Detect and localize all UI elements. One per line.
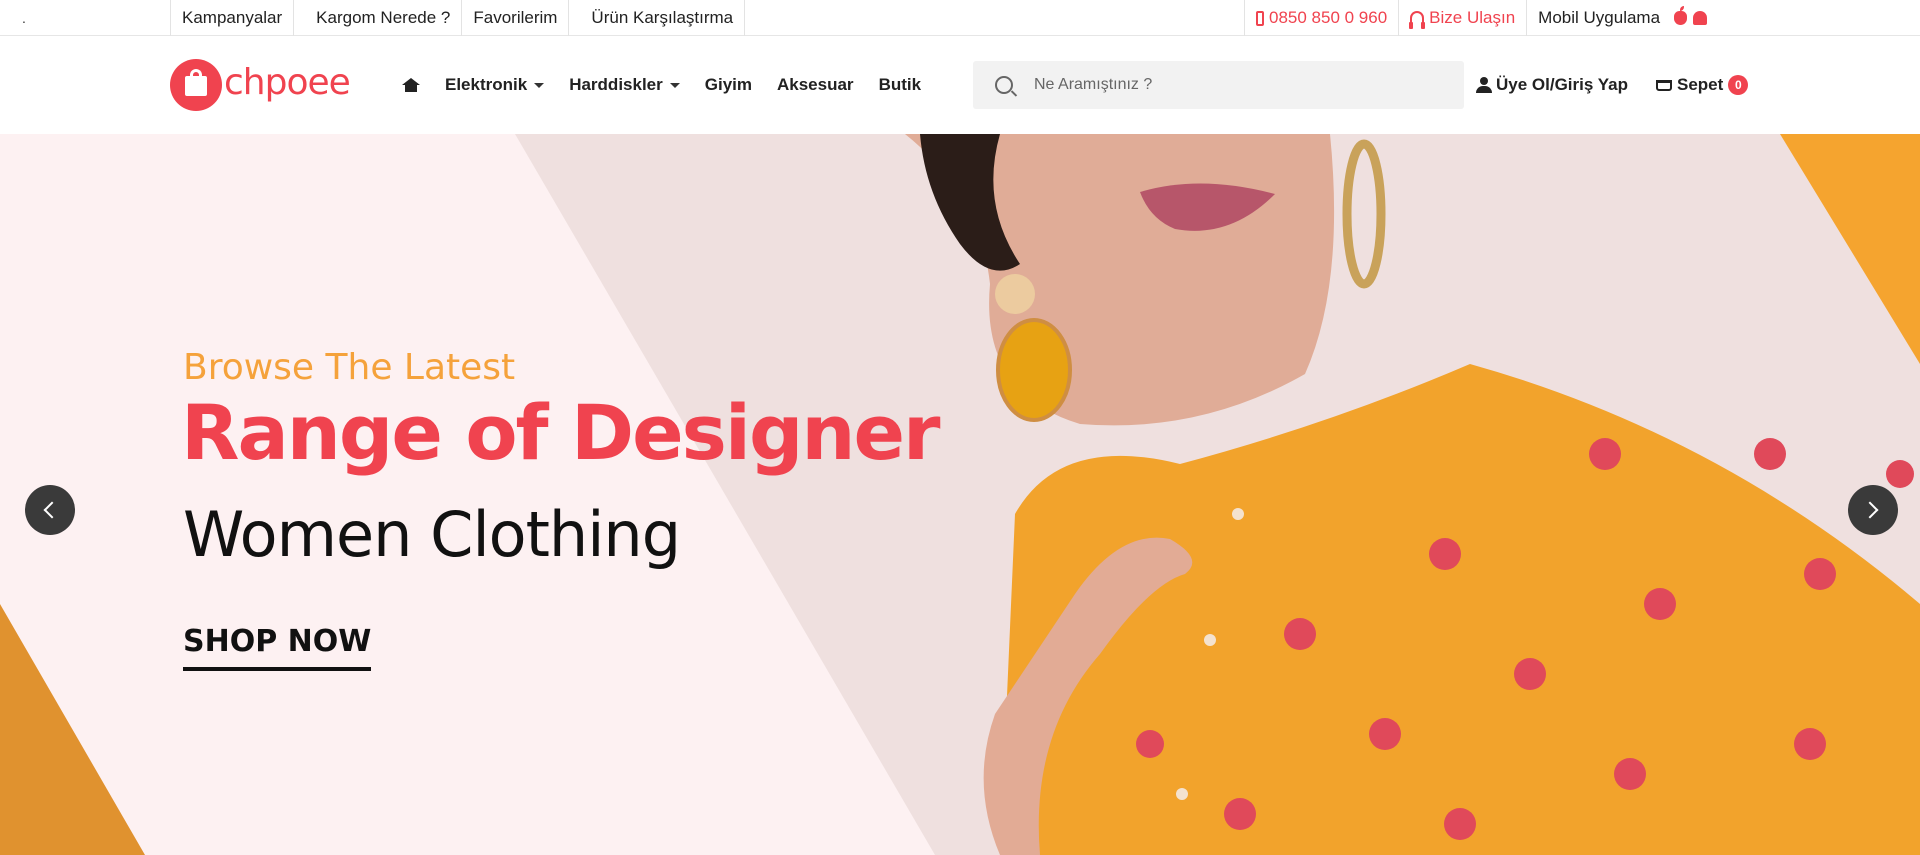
hero-headline: Range of Designer	[181, 388, 941, 477]
slider-next-button[interactable]	[1848, 485, 1898, 535]
cart-link[interactable]: Sepet 0	[1656, 36, 1749, 134]
hero-kicker: Browse The Latest	[183, 347, 516, 388]
caret-down-icon	[669, 82, 680, 88]
favorites-link[interactable]: Favorilerim	[461, 0, 568, 36]
mobile-app-link[interactable]: Mobil Uygulama	[1526, 0, 1718, 36]
nav-item-aksesuar[interactable]: Aksesuar	[777, 75, 854, 95]
hero-slider: Browse The Latest Range of Designer Wome…	[0, 134, 1920, 855]
search-input[interactable]	[1034, 76, 1434, 94]
phone-number: 0850 850 0 960	[1269, 8, 1388, 27]
cart-count-badge: 0	[1728, 75, 1749, 95]
cart-label: Sepet	[1677, 75, 1724, 94]
home-icon	[402, 78, 420, 92]
search-box	[973, 61, 1464, 109]
apple-icon[interactable]	[1674, 6, 1688, 25]
login-label: Üye Ol/Giriş Yap	[1496, 75, 1628, 94]
hero-banner-image	[0, 134, 1920, 855]
main-header: chpoee Elektronik Harddiskler Giyim Akse…	[0, 36, 1920, 134]
nav-label: Harddiskler	[569, 75, 663, 94]
nav-item-butik[interactable]: Butik	[879, 75, 922, 95]
search-icon[interactable]	[995, 76, 1013, 94]
site-logo[interactable]: chpoee	[170, 59, 351, 111]
shopping-bag-icon	[170, 59, 222, 111]
track-order-link[interactable]: Kargom Nerede ?	[293, 0, 461, 36]
campaigns-link[interactable]: Kampanyalar	[170, 0, 293, 36]
hero-subheadline: Women Clothing	[183, 498, 681, 571]
shop-now-button[interactable]: SHOP NOW	[183, 624, 372, 671]
nav-item-harddiskler[interactable]: Harddiskler	[569, 75, 680, 95]
top-bar-dot: .	[22, 10, 26, 26]
phone-icon	[1256, 10, 1264, 26]
main-nav: Elektronik Harddiskler Giyim Aksesuar Bu…	[402, 36, 946, 134]
nav-label: Elektronik	[445, 75, 528, 94]
login-register-link[interactable]: Üye Ol/Giriş Yap	[1476, 36, 1628, 134]
compare-link[interactable]: Ürün Karşılaştırma	[568, 0, 746, 36]
mobile-app-label: Mobil Uygulama	[1538, 8, 1661, 27]
nav-item-elektronik[interactable]: Elektronik	[445, 75, 545, 95]
contact-link[interactable]: Bize Ulaşın	[1398, 0, 1526, 36]
phone-link[interactable]: 0850 850 0 960	[1244, 0, 1398, 36]
contact-label: Bize Ulaşın	[1429, 8, 1516, 27]
basket-icon	[1656, 79, 1672, 91]
logo-text: chpoee	[224, 61, 351, 103]
android-icon[interactable]	[1693, 11, 1708, 25]
nav-item-giyim[interactable]: Giyim	[705, 75, 752, 95]
caret-down-icon	[534, 82, 545, 88]
nav-home[interactable]	[402, 78, 420, 92]
top-bar: . Kampanyalar Kargom Nerede ? Favorileri…	[0, 0, 1920, 36]
top-right-links: 0850 850 0 960 Bize Ulaşın Mobil Uygulam…	[1244, 0, 1718, 36]
headset-icon	[1409, 11, 1426, 29]
user-icon	[1476, 77, 1492, 93]
top-links: Kampanyalar Kargom Nerede ? Favorilerim …	[170, 0, 746, 36]
slider-prev-button[interactable]	[25, 485, 75, 535]
